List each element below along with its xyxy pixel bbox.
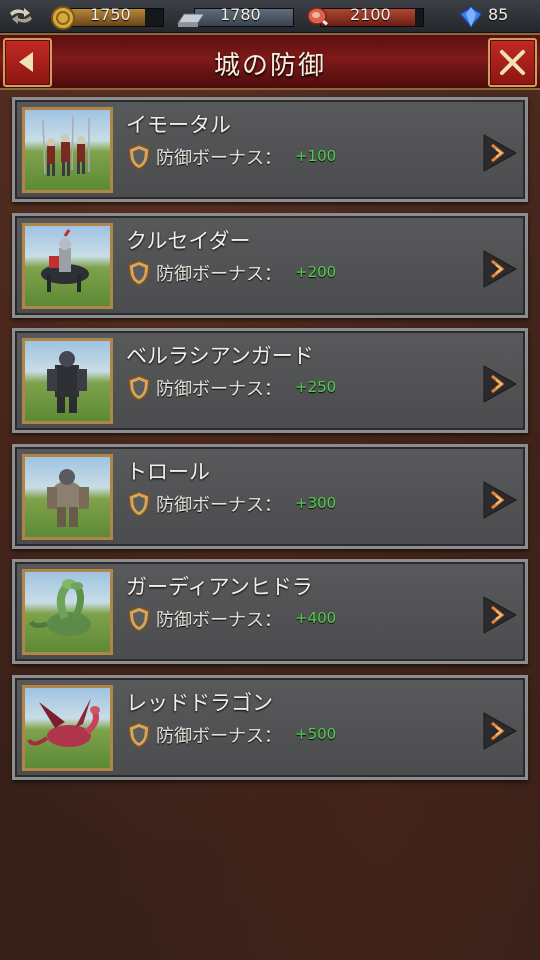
details-arrow-button[interactable] <box>482 133 518 177</box>
chevron-right-icon <box>483 134 518 172</box>
unit-name: ガーディアンヒドラ <box>126 575 313 599</box>
food-value: 2100 <box>350 5 391 24</box>
shield-icon <box>127 259 151 291</box>
unit-card-dragon[interactable]: レッドドラゴン 防御ボーナス： +500 <box>12 674 528 780</box>
unit-name: レッドドラゴン <box>126 690 273 715</box>
shield-icon <box>127 374 151 406</box>
unit-portrait <box>22 453 113 540</box>
details-arrow-button[interactable] <box>482 249 518 293</box>
chevron-right-icon <box>483 365 518 403</box>
bonus-value: +200 <box>295 262 337 281</box>
unit-name: イモータル <box>126 113 231 137</box>
unit-name: クルセイダー <box>126 228 251 253</box>
close-button[interactable] <box>488 38 537 87</box>
bonus-label: 防御ボーナス： <box>156 725 282 747</box>
unit-card-immortal[interactable]: イモータル 防御ボーナス： +100 <box>12 97 528 202</box>
bonus-value: +300 <box>295 493 337 512</box>
gold-resource[interactable]: 1750 <box>50 5 166 30</box>
iron-value: 1780 <box>220 5 261 24</box>
details-arrow-button[interactable] <box>482 364 518 408</box>
bonus-label: 防御ボーナス： <box>156 148 282 169</box>
unit-portrait <box>22 107 113 193</box>
iron-ingot-icon <box>176 8 206 32</box>
gold-coin-icon <box>50 5 76 35</box>
shield-icon <box>127 143 151 175</box>
bonus-label: 防御ボーナス： <box>156 379 282 400</box>
shield-icon <box>127 721 151 753</box>
unit-name: ベルラシアンガード <box>126 344 314 368</box>
unit-portrait <box>22 222 113 309</box>
resource-bar: 1750 1780 2100 85 <box>0 0 540 33</box>
chevron-right-icon <box>483 480 518 519</box>
gems-value: 85 <box>488 5 509 24</box>
bonus-label: 防御ボーナス： <box>156 263 282 285</box>
bonus-value: +100 <box>295 147 337 165</box>
shield-icon <box>127 490 151 522</box>
unit-portrait <box>22 338 113 424</box>
gem-icon <box>458 5 484 33</box>
unit-card-hydra[interactable]: ガーディアンヒドラ 防御ボーナス： +400 <box>12 559 528 664</box>
shield-icon <box>127 605 151 637</box>
bonus-value: +500 <box>295 724 337 743</box>
bonus-label: 防御ボーナス： <box>156 494 282 516</box>
details-arrow-button[interactable] <box>482 595 518 639</box>
bonus-label: 防御ボーナス： <box>156 610 282 631</box>
food-resource[interactable]: 2100 <box>306 5 426 29</box>
close-icon <box>500 50 525 75</box>
chevron-right-icon <box>483 249 518 288</box>
bonus-value: +250 <box>295 378 337 396</box>
chevron-right-icon <box>483 711 518 750</box>
bonus-value: +400 <box>295 609 337 627</box>
unit-portrait <box>22 569 113 655</box>
details-arrow-button[interactable] <box>482 480 518 524</box>
title-bar: 城の防御 <box>0 33 540 90</box>
meat-icon <box>306 5 330 33</box>
gold-value: 1750 <box>90 5 131 24</box>
unit-portrait <box>22 684 113 771</box>
unit-card-troll[interactable]: トロール 防御ボーナス： +300 <box>12 443 528 549</box>
unit-card-guard[interactable]: ベルラシアンガード 防御ボーナス： +250 <box>12 328 528 433</box>
unit-card-crusader[interactable]: クルセイダー 防御ボーナス： +200 <box>12 212 528 318</box>
gems-resource[interactable]: 85 <box>458 5 538 29</box>
page-title: 城の防御 <box>213 51 326 81</box>
iron-resource[interactable]: 1780 <box>176 5 296 29</box>
details-arrow-button[interactable] <box>482 711 518 755</box>
chevron-right-icon <box>483 596 518 634</box>
swap-arrows-icon[interactable] <box>6 5 38 29</box>
unit-name: トロール <box>126 459 210 484</box>
